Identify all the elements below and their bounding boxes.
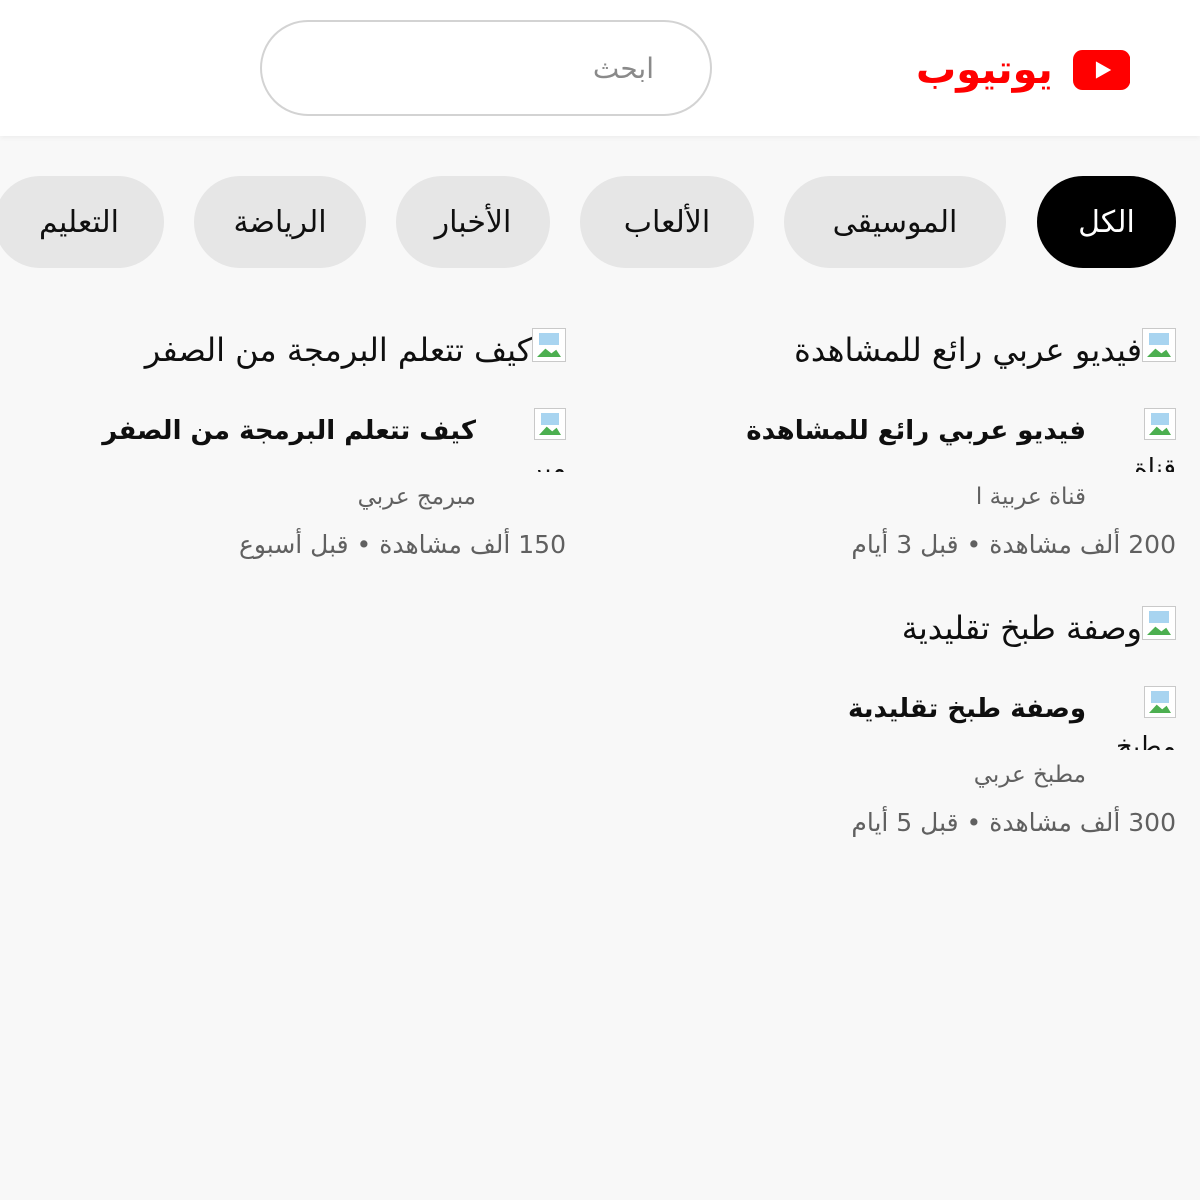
broken-image-icon <box>532 328 566 362</box>
avatar-alt-text: مبر <box>529 454 566 472</box>
thumbnail-alt-text: كيف تتعلم البرمجة من الصفر <box>144 331 532 369</box>
chip-gaming[interactable]: الألعاب <box>580 176 754 268</box>
video-thumbnail[interactable]: كيف تتعلم البرمجة من الصفر <box>144 328 566 378</box>
channel-avatar[interactable]: مبر <box>508 408 566 472</box>
channel-name[interactable]: مبرمج عربي <box>358 484 476 510</box>
search-box[interactable] <box>260 20 712 116</box>
video-thumbnail[interactable]: وصفة طبخ تقليدية <box>756 606 1176 656</box>
chip-music[interactable]: الموسيقى <box>784 176 1006 268</box>
youtube-play-icon <box>1072 49 1130 91</box>
video-title[interactable]: كيف تتعلم البرمجة من الصفر <box>102 416 476 446</box>
chip-all[interactable]: الكل <box>1037 176 1176 268</box>
video-meta: 150 ألف مشاهدة • قبل أسبوع <box>238 530 566 559</box>
avatar-alt-text: قناة <box>1134 454 1176 472</box>
avatar-alt-text: مطبخ <box>1118 732 1176 750</box>
thumbnail-alt-text: وصفة طبخ تقليدية <box>901 609 1142 647</box>
video-thumbnail[interactable]: فيديو عربي رائع للمشاهدة <box>756 328 1176 378</box>
channel-name[interactable]: قناة عربية ا <box>976 484 1086 510</box>
search-input[interactable] <box>318 51 654 85</box>
video-title[interactable]: وصفة طبخ تقليدية <box>848 694 1086 724</box>
logo-text: يوتيوب <box>916 47 1053 93</box>
channel-avatar[interactable]: قناة <box>1118 408 1176 472</box>
channel-avatar[interactable]: مطبخ <box>1118 686 1176 750</box>
chip-news[interactable]: الأخبار <box>396 176 550 268</box>
broken-image-icon <box>1144 686 1176 718</box>
broken-image-icon <box>1144 408 1176 440</box>
video-meta: 200 ألف مشاهدة • قبل 3 أيام <box>851 530 1176 559</box>
top-header: يوتيوب <box>0 0 1200 136</box>
youtube-logo[interactable]: يوتيوب <box>916 40 1130 100</box>
broken-image-icon <box>534 408 566 440</box>
chip-sports[interactable]: الرياضة <box>194 176 366 268</box>
video-meta: 300 ألف مشاهدة • قبل 5 أيام <box>851 808 1176 837</box>
video-title[interactable]: فيديو عربي رائع للمشاهدة <box>746 416 1086 446</box>
thumbnail-alt-text: فيديو عربي رائع للمشاهدة <box>794 331 1142 369</box>
broken-image-icon <box>1142 328 1176 362</box>
chip-education[interactable]: التعليم <box>0 176 164 268</box>
channel-name[interactable]: مطبخ عربي <box>974 762 1086 788</box>
broken-image-icon <box>1142 606 1176 640</box>
